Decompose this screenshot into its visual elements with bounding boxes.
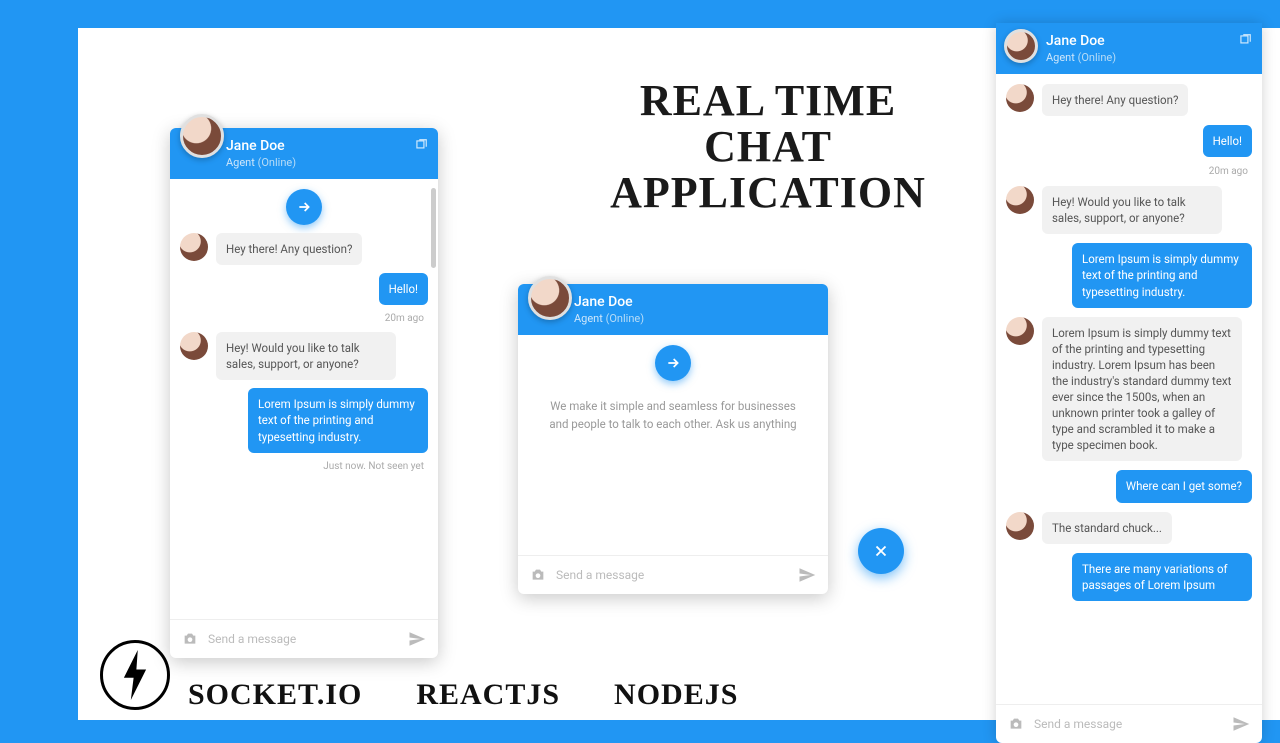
socketio-logo-icon — [100, 640, 170, 710]
message-row: There are many variations of passages of… — [1006, 553, 1252, 601]
close-chat-fab[interactable] — [858, 528, 904, 574]
agent-avatar-small — [180, 332, 208, 360]
agent-avatar-small — [1006, 317, 1034, 345]
message-input[interactable]: Send a message — [208, 632, 398, 646]
agent-name: Jane Doe — [1046, 33, 1250, 49]
agent-role: Agent (Online) — [1046, 51, 1250, 64]
message-bubble: Hello! — [379, 273, 428, 305]
tech-list: SOCKET.IO REACTJS NODEJS — [188, 678, 738, 712]
message-row: Lorem Ipsum is simply dummy text of the … — [180, 388, 428, 452]
chat-body[interactable]: We make it simple and seamless for busin… — [518, 335, 828, 555]
agent-name: Jane Doe — [574, 294, 816, 310]
message-row: Hey! Would you like to talk sales, suppo… — [180, 332, 428, 380]
camera-icon[interactable] — [1008, 716, 1024, 732]
message-input[interactable]: Send a message — [556, 568, 788, 582]
agent-avatar-small — [1006, 512, 1034, 540]
message-input[interactable]: Send a message — [1034, 717, 1222, 731]
send-icon[interactable] — [798, 566, 816, 584]
message-row: Hello! — [1006, 125, 1252, 157]
message-bubble: Where can I get some? — [1116, 470, 1252, 502]
message-bubble: Hey there! Any question? — [216, 233, 362, 265]
message-meta: 20m ago — [180, 313, 428, 324]
title-line-1: REAL TIME — [498, 78, 1038, 124]
title-line-3: APPLICATION — [498, 170, 1038, 216]
message-row: Lorem Ipsum is simply dummy text of the … — [1006, 317, 1252, 462]
title-line-2: CHAT — [498, 124, 1038, 170]
agent-avatar-small — [1006, 84, 1034, 112]
agent-avatar-small — [1006, 186, 1034, 214]
message-bubble: Hello! — [1203, 125, 1252, 157]
agent-avatar-small — [180, 233, 208, 261]
message-row: Hey! Would you like to talk sales, suppo… — [1006, 186, 1252, 234]
tech-reactjs: REACTJS — [416, 678, 560, 712]
message-bubble: The standard chuck... — [1042, 512, 1172, 544]
message-bubble: Hey there! Any question? — [1042, 84, 1188, 116]
message-bubble: There are many variations of passages of… — [1072, 553, 1252, 601]
message-row: Hey there! Any question? — [1006, 84, 1252, 116]
agent-name: Jane Doe — [226, 138, 426, 154]
popout-icon[interactable] — [414, 138, 428, 152]
chat-body[interactable]: Hey there! Any question? Hello! 20m ago … — [170, 179, 438, 619]
scrollbar[interactable] — [431, 188, 436, 268]
message-input-bar: Send a message — [996, 704, 1262, 743]
welcome-text: We make it simple and seamless for busin… — [528, 389, 818, 442]
message-row: Where can I get some? — [1006, 470, 1252, 502]
message-meta: 20m ago — [1006, 166, 1252, 177]
chat-header: Jane Doe Agent (Online) — [518, 284, 828, 335]
agent-avatar[interactable] — [180, 114, 224, 158]
message-row: Hey there! Any question? — [180, 233, 428, 265]
message-meta: Just now. Not seen yet — [180, 461, 428, 472]
message-row: The standard chuck... — [1006, 512, 1252, 544]
message-bubble: Lorem Ipsum is simply dummy text of the … — [248, 388, 428, 452]
agent-avatar[interactable] — [1004, 29, 1038, 63]
agent-role: Agent (Online) — [226, 156, 426, 169]
send-icon[interactable] — [1232, 715, 1250, 733]
message-input-bar: Send a message — [170, 619, 438, 658]
scroll-down-button[interactable] — [286, 189, 322, 225]
message-bubble: Hey! Would you like to talk sales, suppo… — [216, 332, 396, 380]
message-row: Hello! — [180, 273, 428, 305]
main-canvas: REAL TIME CHAT APPLICATION Jane Doe Agen… — [78, 28, 1280, 720]
agent-avatar[interactable] — [528, 276, 572, 320]
chat-widget-right: Jane Doe Agent (Online) Hey there! Any q… — [996, 23, 1262, 743]
popout-icon[interactable] — [1238, 33, 1252, 47]
page-title: REAL TIME CHAT APPLICATION — [498, 78, 1038, 217]
chat-header: Jane Doe Agent (Online) — [996, 23, 1262, 74]
message-bubble: Lorem Ipsum is simply dummy text of the … — [1072, 243, 1252, 307]
chat-body[interactable]: Hey there! Any question? Hello! 20m ago … — [996, 74, 1262, 704]
close-icon — [872, 542, 890, 560]
message-bubble: Hey! Would you like to talk sales, suppo… — [1042, 186, 1222, 234]
camera-icon[interactable] — [182, 631, 198, 647]
camera-icon[interactable] — [530, 567, 546, 583]
tech-nodejs: NODEJS — [614, 678, 738, 712]
tech-socketio: SOCKET.IO — [188, 678, 362, 712]
message-bubble: Lorem Ipsum is simply dummy text of the … — [1042, 317, 1242, 462]
message-row: Lorem Ipsum is simply dummy text of the … — [1006, 243, 1252, 307]
send-icon[interactable] — [408, 630, 426, 648]
chat-header: Jane Doe Agent (Online) — [170, 128, 438, 179]
chat-widget-center: Jane Doe Agent (Online) We make it simpl… — [518, 284, 828, 594]
chat-widget-left: Jane Doe Agent (Online) Hey there! Any q… — [170, 128, 438, 658]
message-input-bar: Send a message — [518, 555, 828, 594]
start-chat-button[interactable] — [655, 345, 691, 381]
agent-role: Agent (Online) — [574, 312, 816, 325]
